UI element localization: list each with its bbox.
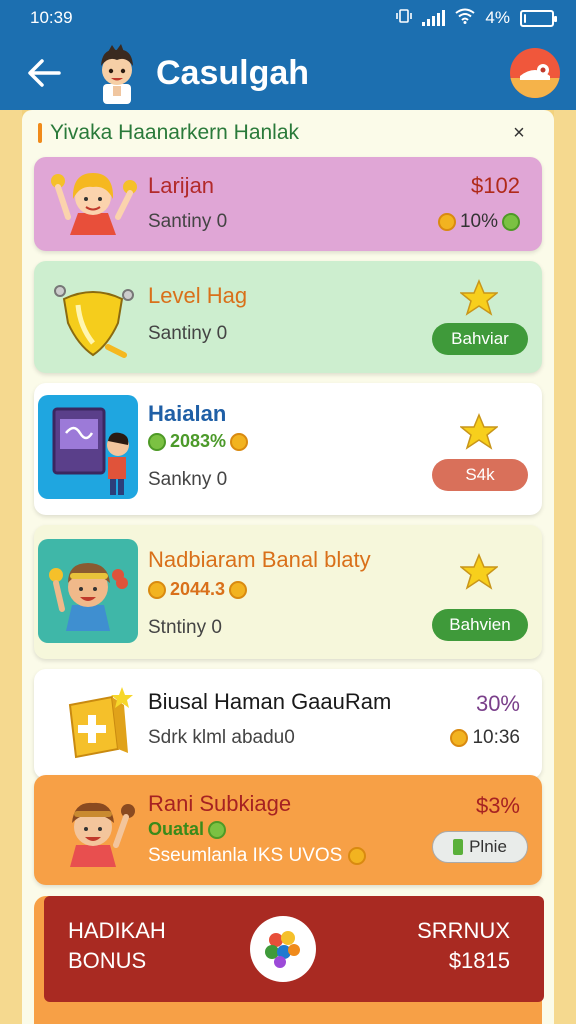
profile-icon <box>510 64 560 98</box>
star-icon <box>460 279 498 316</box>
bonus-amount: $1815 <box>448 948 510 973</box>
card-action-button[interactable]: Bahvien <box>432 609 528 641</box>
card-tag: 2083% <box>148 431 249 452</box>
card-title: Larijan <box>148 173 215 198</box>
coin-icon <box>437 213 456 231</box>
green-coin-icon <box>148 432 166 451</box>
app-logo-icon <box>250 916 316 982</box>
offer-card-biusal[interactable]: Biusal Haman GaauRam Sdrk klml abadu0 30… <box>34 669 542 779</box>
offer-card-rani-subkiage[interactable]: Rani Subkiage Ouatal Sseumlanla IKS UVOS… <box>34 775 542 885</box>
status-bar: 10:39 4% <box>0 0 576 36</box>
card-tag-text: Ouatal <box>148 819 205 839</box>
star-icon <box>460 553 498 590</box>
green-leaf-icon <box>453 839 464 855</box>
battery-icon <box>520 9 557 27</box>
profile-button[interactable] <box>510 48 560 98</box>
card-subtitle: Sankny 0 <box>148 469 228 490</box>
left-edge-panel <box>0 110 22 1024</box>
offer-card-level-hag[interactable]: Level Hag Santiny 0 Bahviar <box>34 261 542 373</box>
status-icons: 4% <box>396 8 557 29</box>
back-button[interactable] <box>14 43 74 103</box>
book-character-icon <box>38 395 138 499</box>
offer-card-haialan[interactable]: Haialan 2083% Sankny 0 S4k <box>34 383 542 515</box>
battery-percent: 4% <box>485 8 510 27</box>
card-subtitle-text: Sseumlanla IKS UVOS <box>148 845 343 866</box>
sheet-header: Yivaka Haanarkern Hanlak × <box>22 110 554 156</box>
offer-card-larijan[interactable]: Larijan Santiny 0 $102 10% <box>34 157 542 251</box>
card-tag-text: 2083% <box>170 431 227 451</box>
card-action-button[interactable]: Plnie <box>432 831 528 863</box>
card-price-sub: 10% <box>437 211 520 233</box>
offers-sheet: Yivaka Haanarkern Hanlak × Larijan Santi… <box>22 110 554 1024</box>
shield-icon <box>48 271 138 361</box>
signal-icon <box>422 10 446 26</box>
card-action-button[interactable]: S4k <box>432 459 528 491</box>
sheet-accent-bar <box>38 123 42 143</box>
card-price-sub: 10:36 <box>450 727 520 749</box>
card-tag: 2044.3 <box>148 579 248 600</box>
bonus-amount-block: SRRNUX $1815 <box>417 916 510 976</box>
coin-icon <box>450 729 469 747</box>
card-price-sub-text: 10% <box>459 211 498 232</box>
card-tag: Ouatal <box>148 819 227 840</box>
card-title: Biusal Haman GaauRam <box>148 689 392 714</box>
status-time: 10:39 <box>30 8 73 27</box>
gift-box-icon <box>48 679 138 769</box>
boy-character-icon <box>38 539 138 643</box>
smiling-kid-icon <box>48 783 138 873</box>
close-button[interactable]: × <box>504 118 534 148</box>
card-price: 30% <box>475 691 520 716</box>
green-coin-icon <box>502 213 520 231</box>
card-price: $3% <box>475 793 520 818</box>
character-avatar-icon <box>86 42 148 104</box>
card-subtitle: Sseumlanla IKS UVOS <box>148 845 366 867</box>
star-icon <box>460 413 498 450</box>
card-title: Level Hag <box>148 283 248 308</box>
card-subtitle: Santiny 0 <box>148 323 228 344</box>
green-coin-icon <box>208 820 227 839</box>
card-price-sub-text: 10:36 <box>472 727 520 748</box>
card-title: Rani Subkiage <box>148 791 292 816</box>
card-subtitle: Sdrk klml abadu0 <box>148 727 295 748</box>
card-action-label: Plnie <box>469 837 507 856</box>
vibrate-icon <box>396 8 413 29</box>
bonus-right-label: SRRNUX <box>417 918 510 943</box>
card-tag-text: 2044.3 <box>170 579 226 599</box>
bonus-banner[interactable]: HADIKAH BONUS SRRNUX $1815 <box>44 896 544 1002</box>
coin-icon <box>229 580 248 599</box>
coin-icon <box>230 432 249 451</box>
card-title: Haialan <box>148 401 227 426</box>
offer-card-nadbiaram[interactable]: Nadbiaram Banal blaty 2044.3 Stntiny 0 B… <box>34 525 542 659</box>
card-subtitle: Stntiny 0 <box>148 617 222 638</box>
back-arrow-icon <box>28 59 61 87</box>
girl-character-icon <box>48 159 138 249</box>
app-bar: Casulgah <box>0 36 576 110</box>
bonus-title: HADIKAH BONUS <box>68 918 166 973</box>
wifi-icon <box>455 8 476 29</box>
battery-fill <box>524 13 526 23</box>
coin-icon <box>148 580 166 599</box>
card-price: $102 <box>471 173 520 198</box>
app-title: Casulgah <box>156 53 310 92</box>
card-title: Nadbiaram Banal blaty <box>148 547 371 572</box>
right-edge-panel <box>554 110 576 1024</box>
card-subtitle: Santiny 0 <box>148 211 228 232</box>
card-action-button[interactable]: Bahviar <box>432 323 528 355</box>
sheet-title: Yivaka Haanarkern Hanlak <box>50 121 300 144</box>
coin-icon <box>347 846 366 865</box>
